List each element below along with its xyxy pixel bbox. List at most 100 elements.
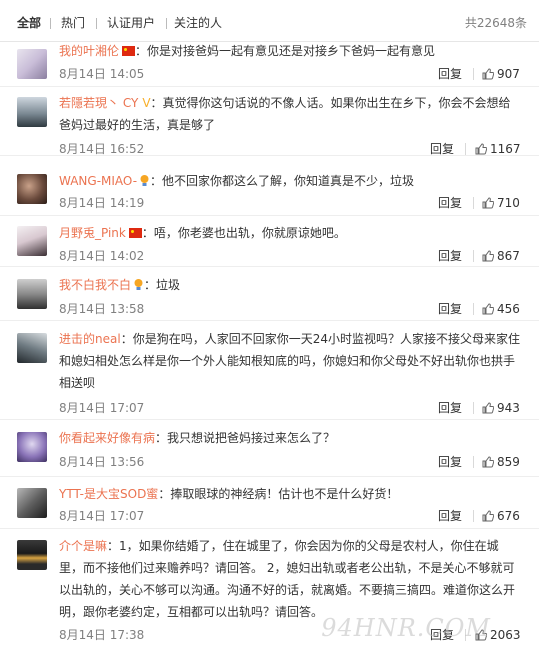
- comment-text: ：唔，你老婆也出轨，你就原谅她吧。: [141, 226, 346, 240]
- like-button[interactable]: 1167: [475, 141, 521, 157]
- action-divider: [473, 197, 474, 209]
- comment-username[interactable]: 进击的neal: [59, 332, 121, 346]
- comment-text: ：捧取眼球的神经病！估计也不是什么好货！: [158, 487, 399, 501]
- reply-button[interactable]: 回复: [438, 400, 462, 416]
- action-divider: [465, 143, 466, 155]
- like-button[interactable]: 676: [482, 508, 520, 524]
- comment-username[interactable]: 若隱若現丶 CY: [59, 96, 138, 110]
- vip-icon: V: [142, 96, 151, 110]
- action-divider: [473, 510, 474, 522]
- thumbs-up-icon: [482, 456, 495, 468]
- comment-item: 进击的neal：你是狗在吗，人家回不回家你一天24小时监视吗？人家接不接父母来家…: [0, 321, 539, 420]
- avatar[interactable]: [17, 174, 47, 204]
- action-divider: [473, 303, 474, 315]
- like-count: 710: [497, 196, 520, 210]
- avatar[interactable]: [17, 97, 47, 127]
- tab-hot[interactable]: 热门: [61, 15, 85, 31]
- comment-body: 我的叶湘伦 ：你是对接爸妈一起有意见还是对接乡下爸妈一起有意见: [59, 40, 521, 62]
- comment-text: ：你是对接爸妈一起有意见还是对接乡下爸妈一起有意见: [135, 44, 436, 58]
- comment-total: 共22648条: [464, 16, 527, 30]
- china-flag-icon: [122, 46, 136, 56]
- thumbs-up-icon: [482, 510, 495, 522]
- comment-item: 我的叶湘伦 ：你是对接爸妈一起有意见还是对接乡下爸妈一起有意见 8月14日 14:…: [0, 42, 539, 87]
- reply-button[interactable]: 回复: [438, 195, 462, 211]
- site-watermark: 94HNR.COM: [321, 614, 491, 642]
- comment-item: 你看起来好像有病：我只想说把爸妈接过来怎么了？ 8月14日 13:56 回复 8…: [0, 420, 539, 477]
- comment-time: 8月14日 14:02: [59, 249, 145, 263]
- reply-button[interactable]: 回复: [430, 141, 454, 157]
- comment-time: 8月14日 14:19: [59, 196, 145, 210]
- comment-body: 进击的neal：你是狗在吗，人家回不回家你一天24小时监视吗？人家接不接父母来家…: [59, 328, 521, 394]
- tab-verified[interactable]: 认证用户: [107, 15, 155, 31]
- avatar[interactable]: [17, 333, 47, 363]
- like-count: 907: [497, 67, 520, 81]
- like-count: 2063: [490, 628, 521, 642]
- comment-body: 你看起来好像有病：我只想说把爸妈接过来怎么了？: [59, 427, 521, 449]
- comment-body: YTT-是大宝SOD蜜：捧取眼球的神经病！估计也不是什么好货！: [59, 483, 521, 505]
- filter-tabs: 全部 热门 认证用户 关注的人 共22648条: [0, 0, 539, 42]
- comment-text: ：我只想说把爸妈接过来怎么了？: [155, 431, 336, 445]
- like-count: 1167: [490, 142, 521, 156]
- thumbs-up-icon: [482, 197, 495, 209]
- like-button[interactable]: 859: [482, 454, 520, 470]
- like-count: 867: [497, 249, 520, 263]
- comment-text: ：垃圾: [144, 278, 181, 292]
- lightbulb-icon: [140, 175, 149, 186]
- like-count: 943: [497, 401, 520, 415]
- action-divider: [473, 456, 474, 468]
- comment-username[interactable]: WANG-MIAO-: [59, 174, 137, 188]
- avatar[interactable]: [17, 488, 47, 518]
- comment-item: 若隱若現丶 CY V：真觉得你这句话说的不像人话。如果你出生在乡下，你会不会想给爸…: [0, 87, 539, 156]
- comment-username[interactable]: 月野兎_Pink: [59, 226, 126, 240]
- avatar[interactable]: [17, 49, 47, 79]
- reply-button[interactable]: 回复: [438, 66, 462, 82]
- lightbulb-icon: [134, 279, 143, 290]
- comment-text: ：1，如果你结婚了，住在城里了，你会因为你的父母是农村人，你住在城里，而不接他们…: [59, 539, 516, 619]
- like-button[interactable]: 456: [482, 301, 520, 317]
- like-button[interactable]: 943: [482, 400, 520, 416]
- like-count: 456: [497, 302, 520, 316]
- reply-button[interactable]: 回复: [438, 454, 462, 470]
- comment-text: ：你是狗在吗，人家回不回家你一天24小时监视吗？人家接不接父母来家住和媳妇相处怎…: [59, 332, 520, 390]
- tab-all[interactable]: 全部: [17, 15, 41, 31]
- like-count: 676: [497, 509, 520, 523]
- tab-divider: [50, 18, 51, 29]
- reply-button[interactable]: 回复: [438, 248, 462, 264]
- china-flag-icon: [128, 228, 142, 238]
- comment-time: 8月14日 13:56: [59, 455, 145, 469]
- like-count: 859: [497, 455, 520, 469]
- avatar[interactable]: [17, 540, 47, 570]
- comment-time: 8月14日 16:52: [59, 142, 145, 156]
- thumbs-up-icon: [482, 402, 495, 414]
- action-divider: [473, 250, 474, 262]
- tab-divider: [96, 18, 97, 29]
- comment-username[interactable]: 我不白我不白: [59, 278, 131, 292]
- comment-username[interactable]: YTT-是大宝SOD蜜: [59, 487, 158, 501]
- avatar[interactable]: [17, 279, 47, 309]
- comment-body: 若隱若現丶 CY V：真觉得你这句话说的不像人话。如果你出生在乡下，你会不会想给爸…: [59, 92, 521, 136]
- comment-username[interactable]: 你看起来好像有病: [59, 431, 155, 445]
- tab-following[interactable]: 关注的人: [174, 15, 222, 31]
- comment-body: 月野兎_Pink ：唔，你老婆也出轨，你就原谅她吧。: [59, 222, 521, 244]
- reply-button[interactable]: 回复: [438, 508, 462, 524]
- comment-time: 8月14日 17:38: [59, 628, 145, 642]
- comment-time: 8月14日 17:07: [59, 401, 145, 415]
- like-button[interactable]: 867: [482, 248, 520, 264]
- like-button[interactable]: 710: [482, 195, 520, 211]
- reply-button[interactable]: 回复: [438, 301, 462, 317]
- comment-item: 月野兎_Pink ：唔，你老婆也出轨，你就原谅她吧。 8月14日 14:02 回复…: [0, 216, 539, 267]
- avatar[interactable]: [17, 432, 47, 462]
- comment-body: 介个是嘛：1，如果你结婚了，住在城里了，你会因为你的父母是农村人，你住在城里，而…: [59, 535, 521, 623]
- thumbs-up-icon: [482, 68, 495, 80]
- comment-username[interactable]: 我的叶湘伦: [59, 44, 119, 58]
- comment-body: 我不白我不白 ：垃圾: [59, 274, 521, 296]
- avatar[interactable]: [17, 226, 47, 256]
- comment-body: WANG-MIAO- ：他不回家你都这么了解，你知道真是不少，垃圾: [59, 170, 521, 192]
- comment-time: 8月14日 14:05: [59, 67, 145, 81]
- comment-item: YTT-是大宝SOD蜜：捧取眼球的神经病！估计也不是什么好货！ 8月14日 17…: [0, 477, 539, 529]
- thumbs-up-icon: [482, 303, 495, 315]
- comment-username[interactable]: 介个是嘛: [59, 539, 107, 553]
- comment-text: ：他不回家你都这么了解，你知道真是不少，垃圾: [150, 174, 415, 188]
- like-button[interactable]: 907: [482, 66, 520, 82]
- action-divider: [473, 68, 474, 80]
